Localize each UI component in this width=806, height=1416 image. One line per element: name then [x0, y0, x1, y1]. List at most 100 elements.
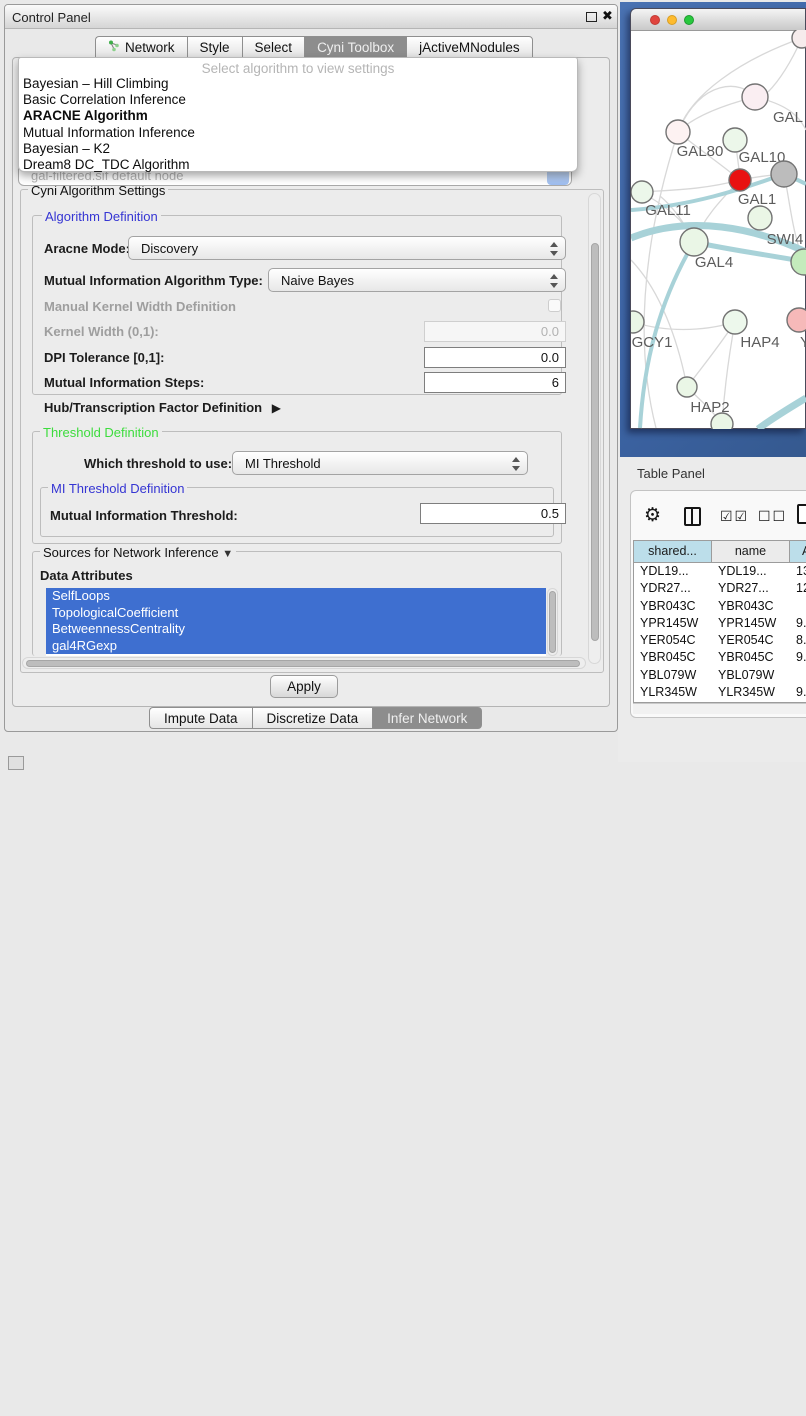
network-node[interactable]: [631, 181, 653, 203]
tab-strip: Network Style Select Cyni Toolbox jActiv…: [95, 36, 533, 58]
aracne-mode-label: Aracne Mode:: [44, 241, 130, 256]
network-node[interactable]: [711, 413, 733, 429]
table-cell: YBR043C: [712, 598, 790, 615]
algorithm-option[interactable]: Basic Correlation Inference: [19, 92, 577, 108]
tab-label: Infer Network: [387, 711, 467, 726]
table-horizontal-scrollbar[interactable]: [633, 703, 806, 714]
column-header[interactable]: name: [712, 541, 790, 563]
settings-vertical-scrollbar[interactable]: [588, 193, 601, 664]
table-row[interactable]: YDL19...YDL19...13: [634, 563, 806, 580]
mi-threshold-label: Mutual Information Threshold:: [50, 508, 238, 523]
table-cell: YER054C: [712, 632, 790, 649]
which-threshold-combobox[interactable]: MI Threshold: [232, 451, 528, 475]
tab-discretize-data[interactable]: Discretize Data: [252, 707, 373, 729]
tab-select[interactable]: Select: [242, 36, 305, 58]
algorithm-option[interactable]: Mutual Information Inference: [19, 125, 577, 141]
algorithm-option[interactable]: ARACNE Algorithm: [19, 108, 577, 124]
tab-infer-network[interactable]: Infer Network: [372, 707, 482, 729]
tab-impute-data[interactable]: Impute Data: [149, 707, 252, 729]
column-header[interactable]: A: [790, 541, 806, 563]
tab-cyni-toolbox[interactable]: Cyni Toolbox: [304, 36, 406, 58]
table-row[interactable]: YER054CYER054C8.: [634, 632, 806, 649]
gear-icon[interactable]: ⚙: [644, 504, 661, 527]
kernel-width-field[interactable]: 0.0: [424, 321, 566, 342]
algorithm-definition-title: Algorithm Definition: [42, 209, 161, 224]
expand-arrow-icon[interactable]: ▶: [272, 401, 281, 415]
network-node[interactable]: [791, 249, 806, 275]
table-cell: 13: [790, 563, 806, 580]
tab-network[interactable]: Network: [95, 36, 187, 58]
network-node[interactable]: [792, 30, 806, 48]
network-node[interactable]: [742, 84, 768, 110]
network-node[interactable]: [631, 311, 644, 333]
table-cell: 9.: [790, 684, 806, 701]
column-header[interactable]: shared...: [634, 541, 712, 563]
network-node[interactable]: [666, 120, 690, 144]
columns-icon[interactable]: [684, 507, 701, 526]
close-traffic-light-icon[interactable]: [650, 15, 660, 25]
algorithm-option[interactable]: Bayesian – Hill Climbing: [19, 76, 577, 92]
algorithm-option[interactable]: Bayesian – K2: [19, 141, 577, 157]
network-node[interactable]: [748, 206, 772, 230]
apply-button[interactable]: Apply: [270, 675, 338, 698]
float-window-icon[interactable]: [586, 12, 597, 22]
settings-horizontal-scrollbar[interactable]: [22, 657, 586, 669]
node-label: GAL4: [695, 254, 733, 271]
control-panel-titlebar[interactable]: [5, 5, 617, 29]
network-node[interactable]: [771, 161, 797, 187]
data-attributes-list[interactable]: SelfLoopsTopologicalCoefficientBetweenne…: [46, 588, 546, 656]
table-cell: 9.: [790, 649, 806, 666]
collapsed-panel-icon[interactable]: [8, 756, 24, 770]
tab-style[interactable]: Style: [187, 36, 242, 58]
network-window-titlebar[interactable]: [631, 9, 805, 31]
close-icon[interactable]: ✖: [602, 8, 613, 24]
mi-steps-label: Mutual Information Steps:: [44, 375, 204, 390]
table-cell: YBL079W: [712, 667, 790, 684]
network-node[interactable]: [677, 377, 697, 397]
dpi-tolerance-field[interactable]: 0.0: [424, 347, 566, 368]
mi-type-combobox[interactable]: Naive Bayes: [268, 268, 566, 292]
table-row[interactable]: YBR043CYBR043C: [634, 598, 806, 615]
mi-threshold-field[interactable]: 0.5: [420, 503, 566, 524]
network-graph[interactable]: GALGAL80GAL10GAL1GAL11SWI4GAL4GCY1HAP4YH…: [631, 30, 806, 429]
table-row[interactable]: YBL079WYBL079W: [634, 667, 806, 684]
table-cell: 12: [790, 580, 806, 597]
aracne-mode-combobox[interactable]: Discovery: [128, 236, 566, 260]
attribute-item[interactable]: gal4RGexp: [46, 638, 546, 655]
deselect-all-checkboxes-icon[interactable]: ☐☐: [758, 508, 787, 525]
algorithm-option-list: Bayesian – Hill ClimbingBasic Correlatio…: [19, 76, 577, 173]
tab-label: Style: [200, 40, 230, 55]
mi-type-value: Naive Bayes: [281, 273, 354, 288]
minimize-traffic-light-icon[interactable]: [667, 15, 677, 25]
hub-section-label[interactable]: Hub/Transcription Factor Definition ▶: [44, 400, 275, 415]
zoom-traffic-light-icon[interactable]: [684, 15, 694, 25]
table-cell: YDR27...: [634, 580, 712, 597]
attribute-item[interactable]: SelfLoops: [46, 588, 546, 605]
mi-steps-field[interactable]: 6: [424, 372, 566, 393]
algorithm-option[interactable]: Dream8 DC_TDC Algorithm: [19, 157, 577, 173]
network-node[interactable]: [723, 310, 747, 334]
manual-kernel-checkbox[interactable]: [548, 299, 561, 312]
table-row[interactable]: YDR27...YDR27...12: [634, 580, 806, 597]
table-row[interactable]: YLR345WYLR345W9.: [634, 684, 806, 701]
table-row[interactable]: YBR045CYBR045C9.: [634, 649, 806, 666]
file-icon[interactable]: [797, 504, 806, 524]
attribute-list-scrollbar[interactable]: [547, 588, 558, 656]
collapse-arrow-icon[interactable]: ▼: [222, 548, 233, 560]
which-threshold-value: MI Threshold: [245, 456, 321, 471]
table-cell: YBR045C: [712, 649, 790, 666]
network-node[interactable]: [680, 228, 708, 256]
attribute-item[interactable]: BetweennessCentrality: [46, 621, 546, 638]
network-node[interactable]: [787, 308, 806, 332]
table-cell: [790, 598, 806, 615]
tab-jactivemnodules[interactable]: jActiveMNodules: [406, 36, 533, 58]
table-body: YDL19...YDL19...13YDR27...YDR27...12YBR0…: [634, 563, 806, 703]
select-all-checkboxes-icon[interactable]: ☑☑: [720, 508, 749, 525]
table-row[interactable]: YPR145WYPR145W9.: [634, 615, 806, 632]
table-header-row: shared...nameA: [634, 541, 806, 563]
tab-label: jActiveMNodules: [419, 40, 520, 55]
sources-title[interactable]: Sources for Network Inference ▼: [40, 545, 236, 560]
network-node[interactable]: [729, 169, 751, 191]
tab-label: Impute Data: [164, 711, 238, 726]
attribute-item[interactable]: TopologicalCoefficient: [46, 605, 546, 622]
